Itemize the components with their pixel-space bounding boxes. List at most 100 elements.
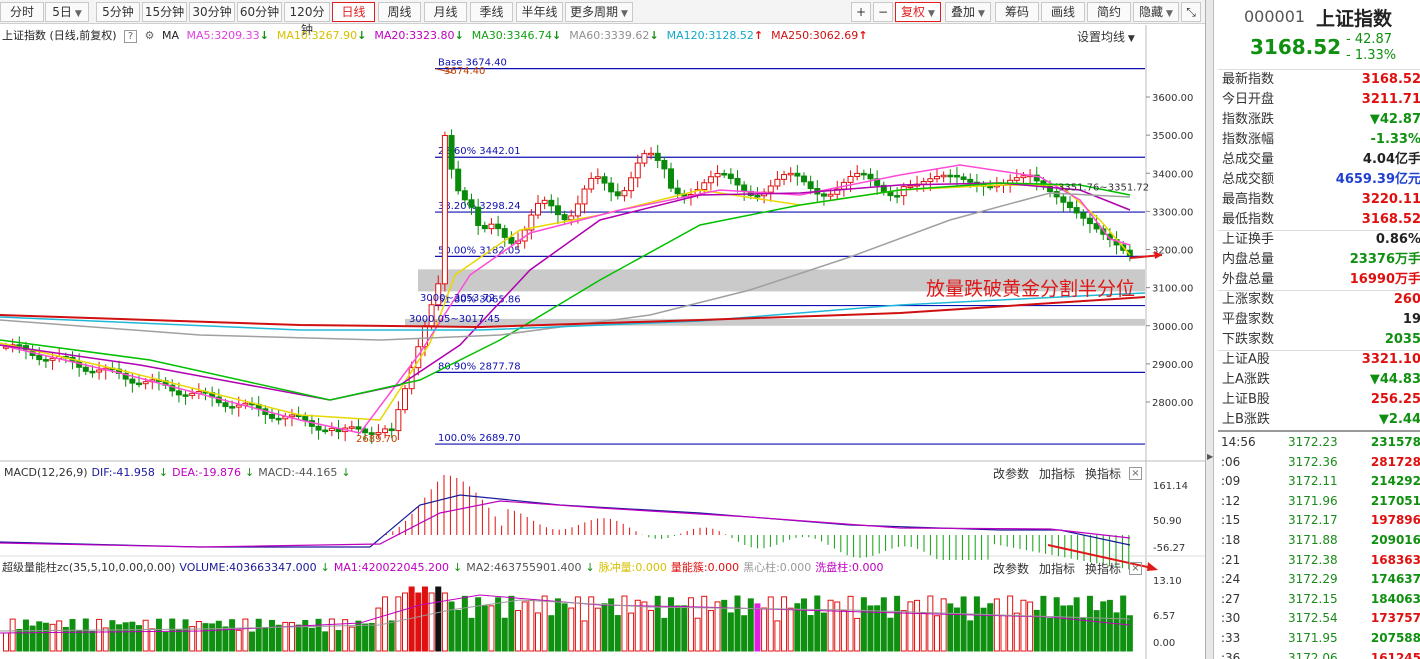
tick-row[interactable]: :24 3172.29 174637 [1218,569,1420,589]
tool-button-1[interactable]: − [873,2,893,22]
volume-bar [308,627,315,652]
quote-value: 0.86% [1375,232,1420,247]
volume-bar [195,620,202,652]
macd-axis-label: -56.27 [1153,543,1185,554]
candle-body [1080,212,1087,219]
volume-panel-button-1[interactable]: 加指标 [1039,560,1075,577]
volume-bar [701,595,708,652]
volume-bar [820,612,827,652]
tick-row[interactable]: :27 3172.15 184063 [1218,589,1420,609]
volume-bar [880,597,887,652]
volume-bar [1093,610,1100,652]
volume-bar [894,595,901,652]
period-tab-0[interactable]: 分时 [0,2,44,22]
panel-splitter[interactable]: ▶ [1206,0,1214,659]
volume-bar [681,605,688,652]
tool-button-5[interactable]: 画线 [1041,2,1085,22]
ma-legend: 上证指数 (日线,前复权) ? ⚙ MA MA5:3209.33↓ MA10:32… [2,28,880,44]
volume-panel-button-2[interactable]: 换指标 [1085,560,1121,577]
volume-bar [455,609,462,652]
price-tick-label: 2800.00 [1152,398,1193,409]
ma-settings-label: 设置均线 [1077,30,1126,44]
tick-row[interactable]: :30 3172.54 173757 [1218,608,1420,628]
vol-extra-value: 黑心柱:0.000 [743,561,812,574]
down-arrow-icon: ↓ [245,466,255,479]
period-tab-2[interactable]: 5分钟 [96,2,140,22]
volume-bar [707,610,714,652]
period-tab-5[interactable]: 60分钟 [237,2,282,22]
tool-button-7[interactable]: 隐藏 ▼ [1133,2,1179,22]
period-tab-12[interactable]: 更多周期 ▼ [565,2,633,22]
macd-panel-button-1[interactable]: 加指标 [1039,465,1075,482]
candle-body [854,172,861,177]
volume-bar [481,605,488,652]
chevron-down-icon: ▼ [1125,34,1135,44]
tick-row[interactable]: :06 3172.36 281728 [1218,452,1420,472]
tick-row[interactable]: :12 3171.96 217051 [1218,491,1420,511]
volume-bar [940,598,947,652]
quote-value: 19 [1402,312,1420,327]
macd-panel-button-0[interactable]: 改参数 [993,465,1029,482]
low-label: 2689.70 [356,434,397,445]
volume-bar [574,596,581,652]
down-arrow-icon: ↓ [341,466,351,479]
close-icon[interactable]: × [1129,562,1142,575]
volume-bar [3,632,9,652]
period-tab-11[interactable]: 半年线 [516,2,563,22]
candle-body [468,199,475,208]
tool-button-4[interactable]: 筹码 [995,2,1039,22]
volume-bar [614,615,621,652]
kline-chart[interactable]: 3600.00 3500.00 3400.00 3300.00 3200.00 3100.… [0,25,1205,659]
volume-bar [1080,617,1087,652]
tick-price: 3172.15 [1288,591,1338,606]
tool-button-6[interactable]: 简约 [1087,2,1131,22]
tick-row[interactable]: :15 3172.17 197896 [1218,510,1420,530]
ma-value: MA30:3346.74 [471,29,552,42]
period-tab-3[interactable]: 15分钟 [142,2,187,22]
volume-bar [56,620,63,652]
tick-row[interactable]: :33 3171.95 207588 [1218,628,1420,648]
tick-row[interactable]: :36 3172.06 161245 [1218,648,1420,659]
period-tab-8[interactable]: 周线 [378,2,421,22]
period-tab-4[interactable]: 30分钟 [189,2,235,22]
tool-button-2[interactable]: 复权 ▼ [895,2,941,22]
volume-bar [827,599,834,652]
candle-body [987,185,994,189]
tool-button-3[interactable]: 叠加 ▼ [945,2,991,22]
tick-price: 3172.23 [1288,435,1338,449]
volume-panel-button-0[interactable]: 改参数 [993,560,1029,577]
trend-arrow-icon: ↓ [357,29,367,42]
tick-row[interactable]: 14:56 3172.23 231578 [1218,432,1420,452]
tick-row[interactable]: :09 3172.11 214292 [1218,471,1420,491]
volume-bar [262,628,269,652]
macd-value: MACD:-44.165 [258,466,338,479]
collapse-arrow-icon[interactable]: ▶ [1207,452,1213,461]
volume-bar [269,619,275,652]
macd-legend: MACD(12,26,9) DIF:-41.958 ↓ DEA:-19.876 ↓ MAC… [4,465,355,481]
ma-settings-button[interactable]: 设置均线 ▼ [1077,28,1135,45]
period-tab-7[interactable]: 日线 [332,2,375,22]
candle-body [714,172,721,178]
period-tab-9[interactable]: 月线 [424,2,467,22]
dea-curve [0,500,1131,548]
volume-bar [687,597,694,652]
macd-panel-button-2[interactable]: 换指标 [1085,465,1121,482]
tool-button-0[interactable]: + [851,2,871,22]
help-icon[interactable]: ? [124,29,138,43]
close-icon[interactable]: × [1129,467,1142,480]
quote-row: 上证B股 256.25 [1218,390,1420,410]
tool-button-8[interactable]: ⤡ [1181,2,1201,22]
candle-body [594,176,601,179]
period-tab-6[interactable]: 120分钟 [284,2,330,37]
candle-body [601,176,608,184]
period-tab-10[interactable]: 季线 [470,2,513,22]
volume-bar [714,601,721,652]
quote-row: 上证A股 3321.10 [1218,350,1420,370]
tick-row[interactable]: :21 3172.38 168363 [1218,550,1420,570]
gear-icon[interactable]: ⚙ [145,29,155,42]
volume-bar [554,598,561,652]
tick-row[interactable]: :18 3171.88 209016 [1218,530,1420,550]
quote-label: 上A涨跌 [1222,372,1270,387]
volume-bar [9,618,16,652]
period-tab-1[interactable]: 5日 ▼ [45,2,89,22]
